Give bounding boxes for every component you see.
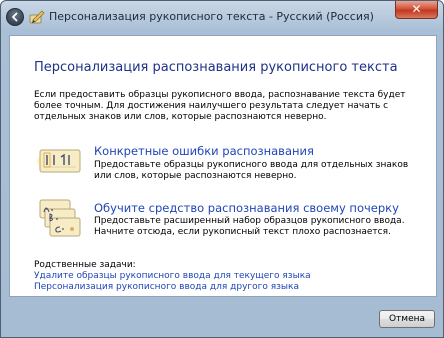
delete-samples-link[interactable]: Удалите образцы рукописного ввода для те…: [34, 271, 311, 281]
intro-text: Если предоставить образцы рукописного вв…: [34, 90, 406, 122]
other-language-link[interactable]: Персонализация рукописного ввода для дру…: [34, 282, 299, 292]
pen-tablet-icon: [29, 10, 45, 24]
handwriting-errors-icon: [37, 149, 81, 173]
option-title[interactable]: Обучите средство распознавания своему по…: [94, 201, 399, 215]
option-description: Предоставьте расширенный набор образцов …: [94, 216, 405, 237]
close-button[interactable]: ✕: [395, 1, 438, 19]
content-pane: Персонализация распознавания рукописного…: [9, 35, 437, 297]
back-button[interactable]: [6, 8, 24, 26]
handwriting-training-icon: [39, 199, 81, 237]
option-title[interactable]: Конкретные ошибки распознавания: [94, 144, 314, 158]
window-title: Персонализация рукописного текста - Русс…: [49, 10, 374, 23]
dialog-window: Персонализация рукописного текста - Русс…: [0, 0, 444, 338]
title-bar: Персонализация рукописного текста - Русс…: [1, 1, 443, 35]
page-title: Персонализация распознавания рукописного…: [34, 60, 398, 75]
option-description: Предоставьте образцы рукописного ввода д…: [94, 160, 409, 181]
cancel-button[interactable]: Отмена: [379, 310, 435, 328]
back-arrow-icon: [12, 12, 18, 22]
related-tasks-label: Родственные задачи:: [34, 260, 136, 270]
close-icon: ✕: [411, 2, 422, 16]
button-bar: Отмена: [9, 297, 437, 333]
